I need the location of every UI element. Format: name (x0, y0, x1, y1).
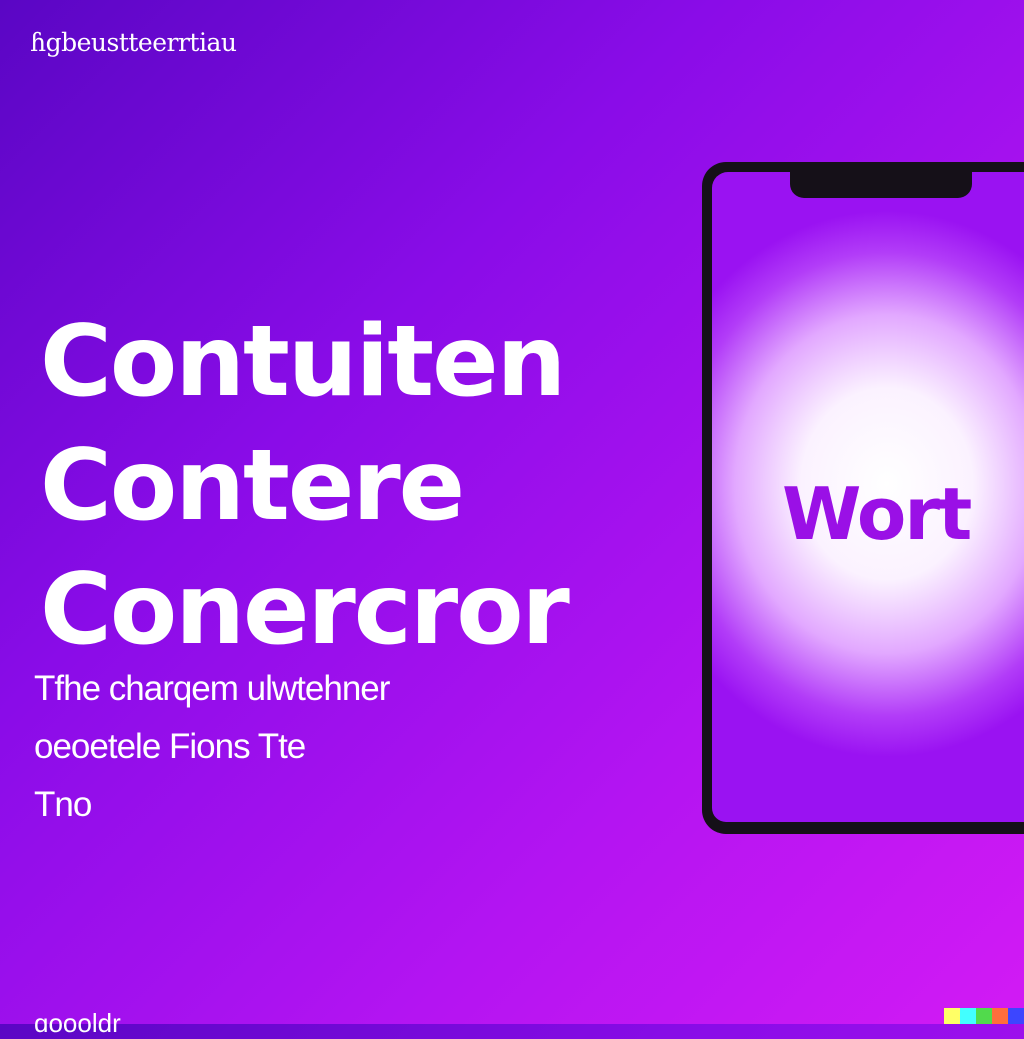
description-line-3: Tno (34, 785, 92, 824)
phone-notch (790, 172, 972, 198)
description: Tfhe charqem ulwtehner oeoetele Fions Tt… (34, 660, 390, 834)
watermark-swatch-cyan (960, 1008, 976, 1024)
watermark-swatch-blue (1008, 1008, 1024, 1024)
headline-line-3: Conercror (40, 553, 570, 667)
headline-line-1: Contuiten (40, 305, 566, 419)
headline-line-2: Contere (40, 429, 465, 543)
description-line-2: oeoetele Fions Tte (34, 727, 306, 766)
phone-screen-word: Wort (782, 472, 972, 556)
phone-screen: Wort (712, 172, 1024, 822)
watermark-swatch-orange (992, 1008, 1008, 1024)
phone-mockup: Wort (702, 162, 1024, 834)
headline: Contuiten Contere Conercror (40, 300, 570, 672)
color-watermark (944, 1008, 1024, 1024)
watermark-swatch-yellow (944, 1008, 960, 1024)
watermark-swatch-green (976, 1008, 992, 1024)
description-line-1: Tfhe charqem ulwtehner (34, 669, 390, 708)
brand-logo-text: ɦgbeustteerrtiau (30, 28, 237, 57)
